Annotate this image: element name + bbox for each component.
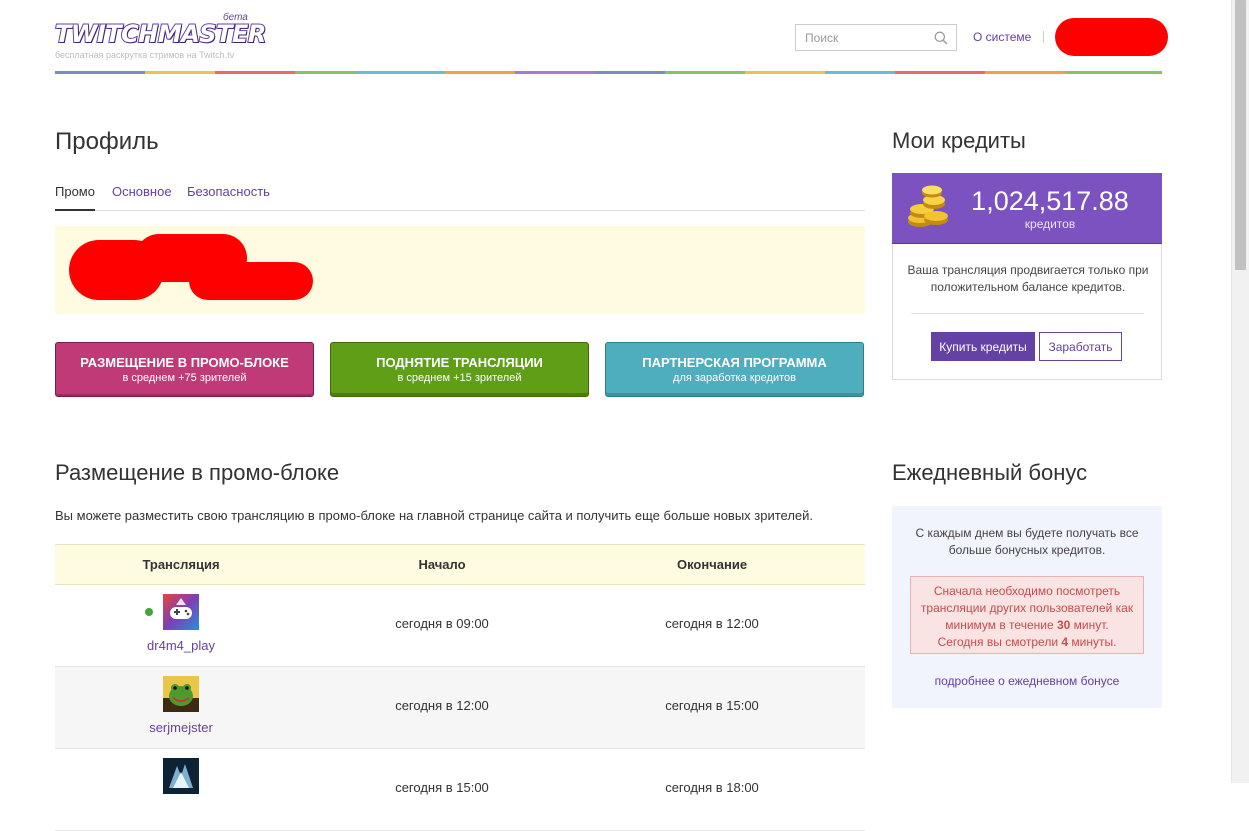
end-time: сегодня в 15:00 xyxy=(665,698,759,713)
column-stream: Трансляция xyxy=(142,557,220,572)
user-menu-redacted[interactable] xyxy=(1055,18,1168,56)
partner-program-button[interactable]: ПАРТНЕРСКАЯ ПРОГРАММА для заработка кред… xyxy=(605,342,864,397)
stream-cell: serjmejster xyxy=(55,667,307,748)
frog-avatar-icon[interactable] xyxy=(163,676,199,712)
logo-beta-label: бета xyxy=(223,12,248,23)
credits-unit-label: кредитов xyxy=(1024,217,1076,231)
promo-section-description: Вы можете разместить свою трансляцию в п… xyxy=(55,508,814,523)
promo-schedule-table: Трансляция Начало Окончание dr4m4_play с… xyxy=(55,544,865,831)
stream-cell: dr4m4_play xyxy=(55,585,307,666)
end-time: сегодня в 18:00 xyxy=(665,780,759,795)
daily-bonus-text: С каждым днем вы будете получать все бол… xyxy=(915,526,1139,557)
gamepad-icon[interactable] xyxy=(163,594,199,630)
coins-icon xyxy=(908,185,948,227)
search-icon[interactable] xyxy=(934,31,948,45)
logo-subtitle: бесплатная раскрутка стримов на Twitch.t… xyxy=(55,50,235,60)
search-input[interactable] xyxy=(796,25,930,50)
redacted-game-blob xyxy=(189,262,313,300)
column-start: Начало xyxy=(418,557,466,572)
daily-bonus-details-link[interactable]: подробнее о ежедневном бонусе xyxy=(892,674,1162,688)
daily-bonus-panel: С каждым днем вы будете получать все бол… xyxy=(892,506,1162,708)
about-link[interactable]: О системе xyxy=(973,30,1031,44)
daily-bonus-warning: Сначала необходимо посмотреть трансляции… xyxy=(910,576,1144,654)
page-title: Профиль xyxy=(55,128,159,155)
scrollbar-thumb[interactable] xyxy=(1235,0,1246,270)
stream-boost-title: ПОДНЯТИЕ ТРАНСЛЯЦИИ xyxy=(376,355,543,370)
credits-divider xyxy=(911,313,1144,314)
stream-cell xyxy=(55,749,307,830)
credits-panel: 1,024,517.88 кредитов Ваша трансляция пр… xyxy=(892,173,1162,380)
search-box xyxy=(795,24,957,51)
column-end: Окончание xyxy=(676,557,748,572)
earn-credits-button[interactable]: Заработать xyxy=(1039,332,1122,361)
table-row: dr4m4_play сегодня в 09:00 сегодня в 12:… xyxy=(55,585,865,667)
partner-program-title: ПАРТНЕРСКАЯ ПРОГРАММА xyxy=(642,355,827,370)
promo-placement-subtitle: в среднем +75 зрителей xyxy=(122,372,247,384)
page-scrollbar[interactable] xyxy=(1231,0,1249,783)
table-row: сегодня в 15:00 сегодня в 18:00 xyxy=(55,749,865,831)
table-row: serjmejster сегодня в 12:00 сегодня в 15… xyxy=(55,667,865,749)
site-logo[interactable]: TWITCHMASTER бета бесплатная раскрутка с… xyxy=(54,12,267,62)
warning-text-part4: минуты. xyxy=(1068,635,1117,649)
profile-tabs: Промо Основное Безопасность xyxy=(55,183,865,211)
buy-credits-button[interactable]: Купить кредиты xyxy=(931,332,1035,361)
tab-security[interactable]: Безопасность xyxy=(187,184,270,199)
tab-main[interactable]: Основное xyxy=(112,184,172,199)
promo-placement-button[interactable]: РАЗМЕЩЕНИЕ В ПРОМО-БЛОКЕ в среднем +75 з… xyxy=(55,342,314,397)
online-indicator xyxy=(145,608,153,616)
daily-bonus-title: Ежедневный бонус xyxy=(892,460,1088,485)
stream-status-panel: играет в xyxy=(55,226,865,314)
start-time: сегодня в 15:00 xyxy=(395,780,489,795)
credits-balance: 1,024,517.88 xyxy=(971,186,1129,216)
stream-name-link[interactable]: dr4m4_play xyxy=(55,638,307,653)
tab-promo[interactable]: Промо xyxy=(55,184,95,211)
warning-text-part3: Сегодня вы смотрели xyxy=(937,635,1062,649)
end-time: сегодня в 12:00 xyxy=(665,616,759,631)
promo-placement-title: РАЗМЕЩЕНИЕ В ПРОМО-БЛОКЕ xyxy=(80,355,289,370)
start-time: сегодня в 09:00 xyxy=(395,616,489,631)
start-time: сегодня в 12:00 xyxy=(395,698,489,713)
wolf-avatar-icon[interactable] xyxy=(163,758,199,794)
stream-boost-button[interactable]: ПОДНЯТИЕ ТРАНСЛЯЦИИ в среднем +15 зрител… xyxy=(330,342,589,397)
credits-balance-header: 1,024,517.88 кредитов xyxy=(892,173,1162,244)
header-separator xyxy=(1043,31,1044,43)
credits-title: Мои кредиты xyxy=(892,128,1026,153)
table-header: Трансляция Начало Окончание xyxy=(55,544,865,585)
promo-section-title: Размещение в промо-блоке xyxy=(55,460,340,485)
warning-text-part2: минут. xyxy=(1070,618,1109,632)
stream-name-link[interactable]: serjmejster xyxy=(55,720,307,735)
required-minutes: 30 xyxy=(1056,618,1071,632)
credits-note: Ваша трансляция продвигается только при … xyxy=(907,263,1149,294)
stream-boost-subtitle: в среднем +15 зрителей xyxy=(397,372,522,384)
partner-program-subtitle: для заработка кредитов xyxy=(673,372,796,384)
header-color-stripe xyxy=(55,71,1162,74)
logo-text: TWITCHMASTER xyxy=(54,19,267,49)
